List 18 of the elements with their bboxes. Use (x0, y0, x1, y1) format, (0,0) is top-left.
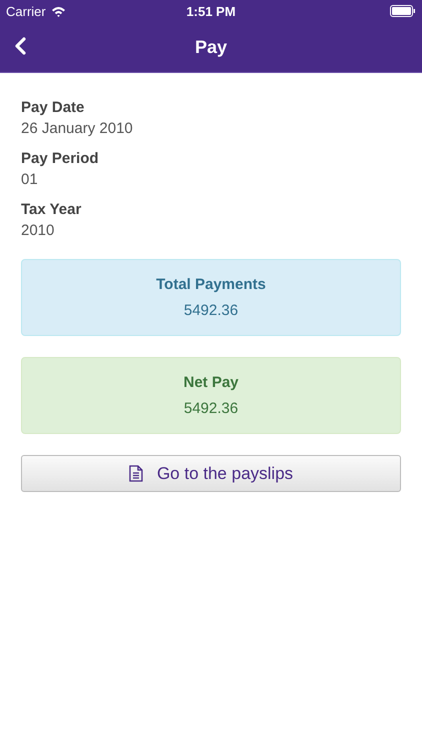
document-icon (128, 465, 143, 482)
field-label: Pay Date (21, 99, 86, 116)
back-icon[interactable] (14, 37, 26, 55)
panel-title: Total Payments (156, 276, 266, 293)
field-value: 26 January 2010 (21, 120, 134, 137)
payslips-button[interactable]: Go to the payslips (21, 455, 401, 492)
carrier-label: Carrier (6, 4, 46, 18)
clock-time: 1:51 PM (186, 4, 236, 18)
field-value: 2010 (21, 222, 56, 239)
field-label: Pay Period (21, 150, 100, 167)
battery-icon (390, 5, 416, 17)
panel-amount: 5492.36 (184, 302, 238, 319)
wifi-icon (50, 6, 66, 16)
field-label: Tax Year (21, 201, 82, 218)
panel-title: Net Pay (183, 374, 239, 391)
field-value: 01 (21, 171, 39, 188)
screen-title: Pay (194, 36, 228, 58)
panel-amount: 5492.36 (184, 400, 238, 417)
